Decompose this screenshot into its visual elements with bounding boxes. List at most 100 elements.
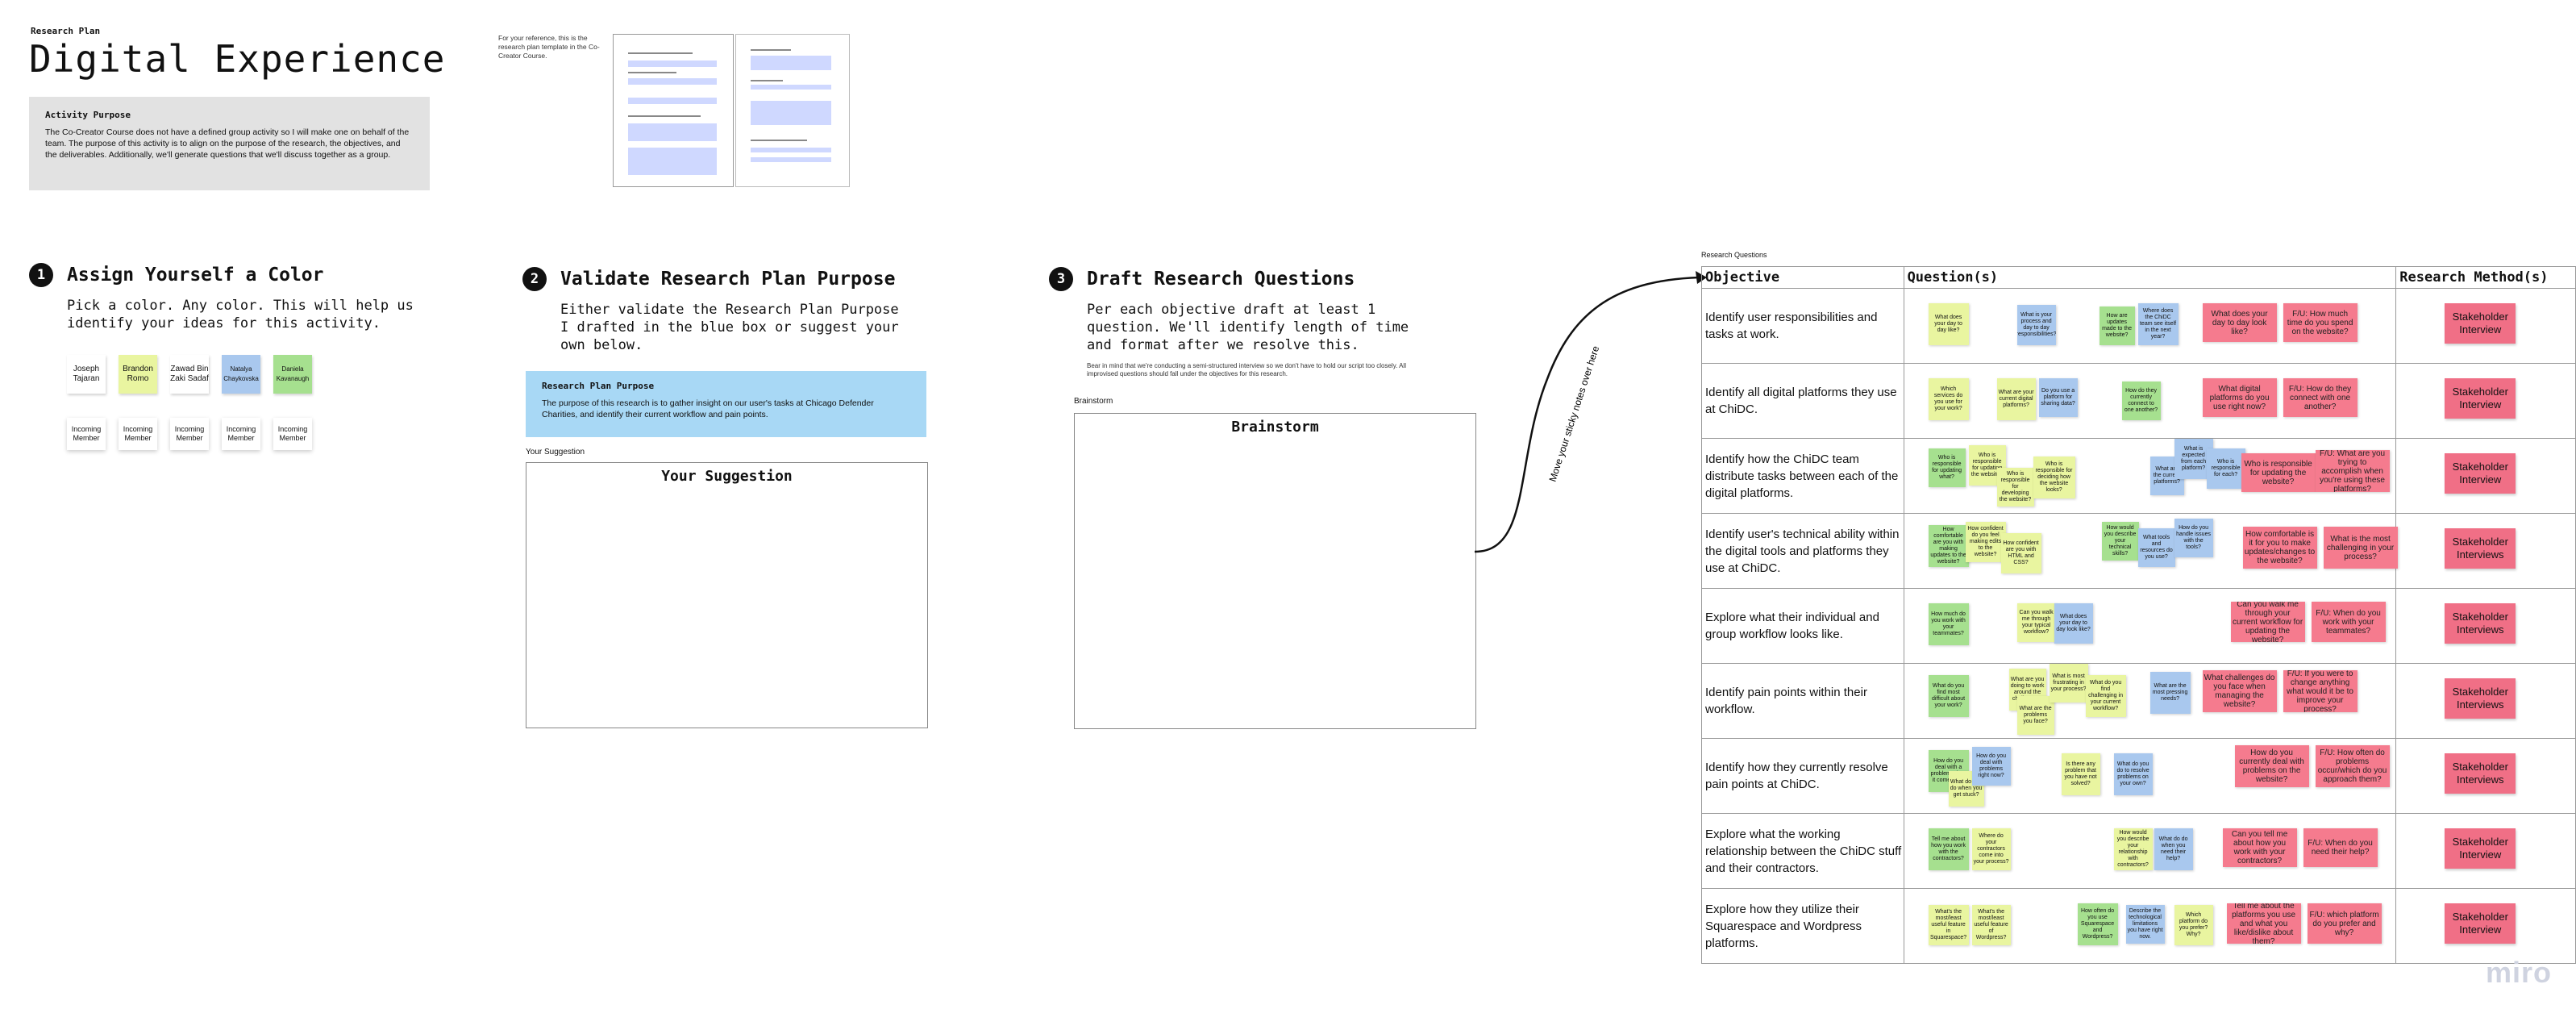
template-thumbnail-page-1[interactable] bbox=[613, 34, 734, 187]
brainstorm-label: Brainstorm bbox=[1074, 397, 1113, 406]
sticky-note[interactable]: What do do when you need their help? bbox=[2154, 828, 2193, 870]
sticky-note[interactable]: Who is responsible for developing the we… bbox=[1996, 468, 2034, 507]
sticky-note[interactable]: Can you tell me about how you work with … bbox=[2222, 828, 2297, 867]
sticky-note[interactable]: Who is responsible for each? bbox=[2206, 448, 2245, 489]
objective-cell: Identify how the ChiDC team distribute t… bbox=[1701, 438, 1904, 514]
method-cell: Stakeholder Interviews bbox=[2395, 588, 2576, 664]
sticky-note[interactable]: How do they currently connect to one ano… bbox=[2121, 382, 2161, 420]
method-cell: Stakeholder Interview bbox=[2395, 813, 2576, 889]
sticky-note[interactable]: How comfortable is it for you to make up… bbox=[2242, 527, 2317, 569]
sticky-note[interactable]: What challenges do you face when managin… bbox=[2202, 670, 2277, 712]
sticky-note[interactable]: F/U: What are you trying to accomplish w… bbox=[2315, 450, 2390, 492]
method-sticky-note[interactable]: Stakeholder Interview bbox=[2445, 828, 2516, 869]
sticky-note[interactable]: What is your process and day to day resp… bbox=[2016, 305, 2056, 345]
name-note-daniela[interactable]: Daniela Kavanaugh bbox=[273, 355, 312, 394]
sticky-note[interactable]: What does your day to day look like? bbox=[2054, 603, 2093, 644]
method-sticky-note[interactable]: Stakeholder Interview bbox=[2445, 453, 2516, 494]
connector-arrow[interactable]: Move your sticky notes over here bbox=[1475, 266, 1708, 557]
template-thumbnail-page-2[interactable] bbox=[735, 34, 850, 187]
sticky-note[interactable]: F/U: When do you need their help? bbox=[2303, 828, 2378, 867]
step-2-title: Validate Research Plan Purpose bbox=[560, 269, 896, 290]
method-sticky-note[interactable]: Stakeholder Interviews bbox=[2445, 678, 2516, 719]
sticky-note[interactable]: How are updates made to the website? bbox=[2099, 306, 2135, 345]
sticky-note[interactable]: What are the most pressing needs? bbox=[2149, 672, 2191, 714]
sticky-note[interactable]: F/U: which platform do you prefer and wh… bbox=[2307, 903, 2382, 944]
sticky-note[interactable]: What are your current digital platforms? bbox=[1996, 378, 2036, 420]
objective-cell: Explore what their individual and group … bbox=[1701, 588, 1904, 664]
sticky-note[interactable]: Can you walk me through your current wor… bbox=[2230, 602, 2305, 642]
your-suggestion-frame[interactable]: Your Suggestion bbox=[526, 462, 928, 728]
sticky-note[interactable]: F/U: When do you work with your teammate… bbox=[2311, 602, 2386, 642]
sticky-note[interactable]: What digital platforms do you use right … bbox=[2202, 378, 2277, 417]
method-sticky-note[interactable]: Stakeholder Interview bbox=[2445, 903, 2516, 944]
sticky-note[interactable]: How confident do you feel making edits t… bbox=[1965, 522, 2006, 562]
your-suggestion-title: Your Suggestion bbox=[661, 468, 793, 485]
sticky-note[interactable]: F/U: How often do problems occur/which d… bbox=[2315, 745, 2390, 787]
sticky-note[interactable]: How much do you work with your teammates… bbox=[1928, 603, 1969, 645]
sticky-note[interactable]: Which platform do you prefer? Why? bbox=[2174, 905, 2213, 945]
table-row: Explore how they utilize their Squarespa… bbox=[1701, 888, 2576, 964]
sticky-note[interactable]: Who is responsible for deciding how the … bbox=[2033, 457, 2075, 498]
method-sticky-note[interactable]: Stakeholder Interview bbox=[2445, 378, 2516, 419]
method-sticky-note[interactable]: Stakeholder Interview bbox=[2445, 303, 2516, 344]
questions-cell: What does your day to day like? What is y… bbox=[1903, 288, 2397, 364]
sticky-note[interactable]: How would you describe your relationship… bbox=[2113, 828, 2153, 870]
name-note-brandon[interactable]: Brandon Romo bbox=[119, 355, 157, 394]
sticky-note[interactable]: How comfortable are you with making upda… bbox=[1928, 525, 1969, 567]
method-cell: Stakeholder Interview bbox=[2395, 363, 2576, 439]
incoming-member-note[interactable]: Incoming Member bbox=[67, 418, 106, 450]
table-header-row: Objective Question(s) Research Method(s) bbox=[1701, 266, 2576, 289]
name-note-natalya[interactable]: Natalya Chaykovska bbox=[222, 355, 260, 394]
sticky-note[interactable]: How would you describe your technical sk… bbox=[2101, 522, 2139, 561]
sticky-note[interactable]: What's the most/least useful feature in … bbox=[1928, 905, 1969, 945]
incoming-member-note[interactable]: Incoming Member bbox=[273, 418, 312, 450]
sticky-note[interactable]: What does your day to day like? bbox=[1928, 303, 1969, 345]
sticky-note[interactable]: What do you find challenging in your cur… bbox=[2085, 675, 2126, 717]
sticky-note[interactable]: What do you find most difficult about yo… bbox=[1928, 675, 1969, 717]
name-note-joseph[interactable]: Joseph Tajaran bbox=[67, 355, 106, 394]
research-questions-label: Research Questions bbox=[1701, 251, 1767, 259]
sticky-note[interactable]: Tell me about the platforms you use and … bbox=[2226, 903, 2301, 944]
sticky-note[interactable]: Do you use a platform for sharing data? bbox=[2038, 378, 2078, 417]
sticky-note[interactable]: F/U: How much time do you spend on the w… bbox=[2283, 303, 2358, 342]
sticky-note[interactable]: Tell me about how you work with the cont… bbox=[1928, 828, 1969, 870]
research-plan-purpose-box[interactable]: Research Plan Purpose The purpose of thi… bbox=[526, 371, 926, 437]
step-3-number-badge: 3 bbox=[1049, 267, 1073, 291]
step-3-description: Per each objective draft at least 1 ques… bbox=[1087, 302, 1409, 353]
sticky-note[interactable]: What does your day to day look like? bbox=[2202, 303, 2277, 342]
name-note-zawad[interactable]: Zawad Bin Zaki Sadaf bbox=[170, 355, 209, 394]
sticky-note[interactable]: What is most frustrating in your process… bbox=[2049, 664, 2088, 703]
sticky-note[interactable]: F/U: If you were to change anything what… bbox=[2283, 670, 2358, 712]
sticky-note[interactable]: What do you do to resolve problems on yo… bbox=[2113, 753, 2153, 795]
sticky-note[interactable]: How do you deal with problems right now? bbox=[1971, 747, 2011, 786]
incoming-member-note[interactable]: Incoming Member bbox=[119, 418, 157, 450]
sticky-note[interactable]: Describe the technological limitations y… bbox=[2125, 905, 2165, 944]
sticky-note[interactable]: What's the most/least useful feature of … bbox=[1971, 905, 2011, 945]
sticky-note[interactable]: How do you handle issues with the tools? bbox=[2174, 519, 2213, 557]
method-sticky-note[interactable]: Stakeholder Interviews bbox=[2445, 528, 2516, 569]
brainstorm-frame[interactable]: Brainstorm bbox=[1074, 413, 1476, 729]
sticky-note[interactable]: Who is responsible for updating what? bbox=[1928, 448, 1966, 487]
sticky-note[interactable]: How do you currently deal with problems … bbox=[2234, 745, 2309, 787]
sticky-note[interactable]: How confident are you with HTML and CSS? bbox=[2000, 533, 2041, 573]
incoming-member-note[interactable]: Incoming Member bbox=[170, 418, 209, 450]
method-sticky-note[interactable]: Stakeholder Interviews bbox=[2445, 603, 2516, 644]
page-title: Digital Experience bbox=[29, 37, 446, 81]
sticky-note[interactable]: F/U: How do they connect with one anothe… bbox=[2283, 378, 2358, 417]
sticky-note[interactable]: What tools and resources do you use? bbox=[2137, 528, 2175, 567]
method-sticky-note[interactable]: Stakeholder Interviews bbox=[2445, 753, 2516, 794]
sticky-note[interactable]: Who is responsible for updating the webs… bbox=[2241, 453, 2316, 492]
incoming-member-note[interactable]: Incoming Member bbox=[222, 418, 260, 450]
sticky-note[interactable]: What is the most challenging in your pro… bbox=[2323, 527, 2398, 569]
sticky-note[interactable]: Where does the ChiDC team see itself in … bbox=[2137, 303, 2179, 345]
activity-purpose-heading: Activity Purpose bbox=[45, 110, 131, 120]
sticky-note[interactable]: How often do you use Squarespace and Wor… bbox=[2077, 903, 2118, 945]
sticky-note[interactable]: Can you walk me through your typical wor… bbox=[2016, 603, 2056, 642]
sticky-note[interactable]: Is there any problem that you have not s… bbox=[2061, 753, 2100, 795]
step-1-title: Assign Yourself a Color bbox=[67, 265, 324, 286]
step-1-description: Pick a color. Any color. This will help … bbox=[67, 298, 414, 331]
sticky-note[interactable]: Where do your contractors come into your… bbox=[1971, 828, 2011, 870]
table-row: Identify how the ChiDC team distribute t… bbox=[1701, 438, 2576, 514]
sticky-note[interactable]: Which services do you use for your work? bbox=[1928, 378, 1969, 420]
activity-purpose-box: Activity Purpose The Co-Creator Course d… bbox=[29, 97, 430, 190]
